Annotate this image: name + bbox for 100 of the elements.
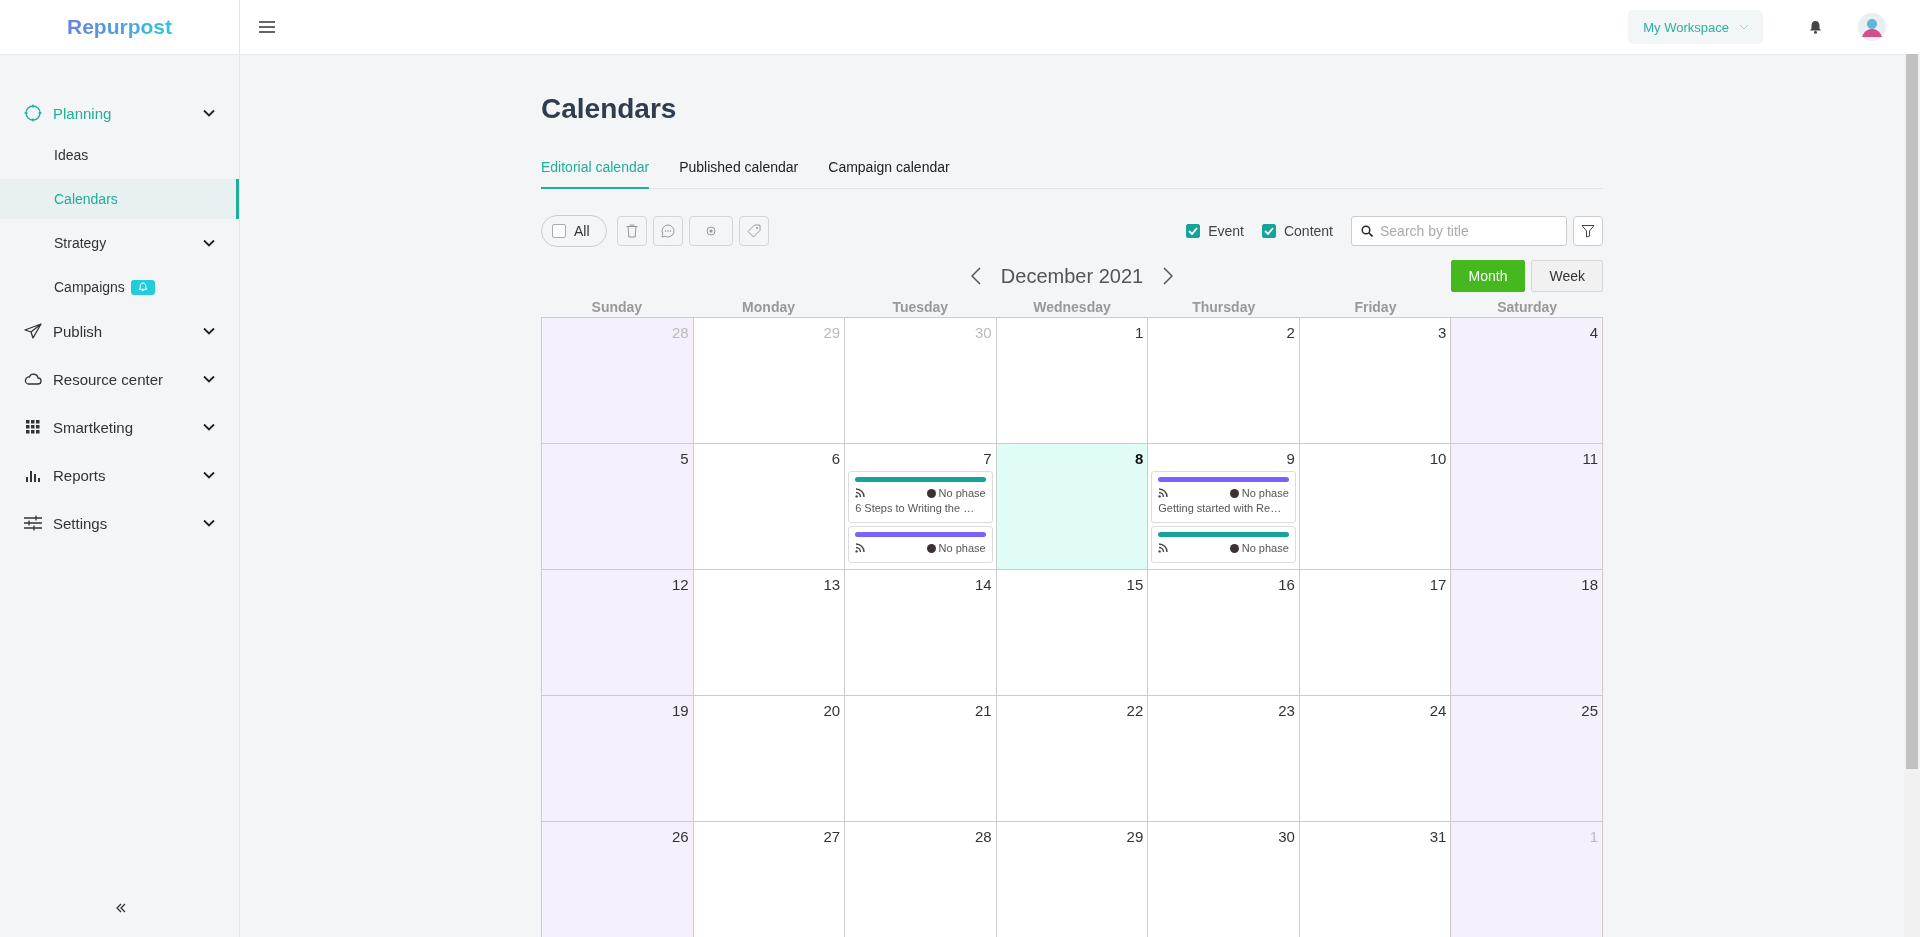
day-cell[interactable]: 3 [1299,318,1452,444]
day-cell[interactable]: 14 [845,570,997,696]
day-number: 29 [1125,827,1145,847]
day-cell[interactable]: 11 [1451,444,1603,570]
day-number: 14 [974,575,993,595]
day-cell[interactable]: 10 [1299,444,1452,570]
funnel-icon [1581,224,1595,238]
weekday-header: Thursday [1191,298,1257,317]
weekday-header: Monday [741,298,796,317]
nav-item[interactable]: Publish [0,311,239,351]
day-cell[interactable]: 31 [1299,822,1452,937]
collapse-icon[interactable] [115,903,127,913]
filter-checkbox[interactable]: Event [1186,223,1244,239]
event-card[interactable]: No phase [848,526,993,563]
paper-plane-icon [24,323,42,339]
day-cell[interactable]: 16 [1148,570,1300,696]
chevron-icon [203,109,215,117]
tab[interactable]: Published calendar [679,159,799,189]
day-cell[interactable]: 1 [996,318,1149,444]
day-cell[interactable]: 27 [693,822,846,937]
view-button[interactable]: Week [1531,260,1603,292]
weekday-header: Sunday [590,298,644,317]
day-cell[interactable]: 8 [996,444,1149,570]
delete-button[interactable] [616,216,647,246]
day-cell[interactable]: 6 [693,444,846,570]
page-title: Calendars [541,93,678,125]
day-number: 26 [670,827,690,847]
search-field[interactable]: Search by title [1351,216,1567,246]
nav-item[interactable]: Reports [0,455,239,495]
day-cell[interactable]: 12 [542,570,694,696]
day-cell[interactable]: 7 No phase 6 Steps to Writing the … No phase [845,444,997,570]
select-all-toggle[interactable]: All [541,215,607,247]
day-number: 23 [1277,701,1296,721]
nav-subitem[interactable]: Campaigns [0,267,239,307]
day-cell[interactable]: 2 [1148,318,1300,444]
tag-button[interactable] [738,216,769,246]
day-number: 19 [670,701,690,721]
weekday-header: Tuesday [891,298,950,317]
day-cell[interactable]: 22 [996,696,1149,822]
day-cell[interactable]: 17 [1299,570,1452,696]
weekday-header: Saturday [1496,298,1559,317]
target-button[interactable] [688,216,733,246]
bell-badge [130,279,155,295]
phase-label: No phase [926,487,986,499]
tab[interactable]: Campaign calendar [828,159,950,189]
day-cell[interactable]: 23 [1148,696,1300,822]
day-cell[interactable]: 18 [1451,570,1603,696]
event-card[interactable]: No phase [1151,526,1296,563]
day-number: 20 [822,701,842,721]
filter-checkbox[interactable]: Content [1261,223,1333,239]
checkbox[interactable] [1261,224,1276,238]
day-cell[interactable]: 20 [693,696,846,822]
day-cell[interactable]: 26 [542,822,694,937]
day-number: 15 [1125,575,1145,595]
day-cell[interactable]: 5 [542,444,694,570]
day-cell[interactable]: 4 [1451,318,1603,444]
day-cell[interactable]: 19 [542,696,694,822]
filter-button[interactable] [1573,216,1603,246]
phase-label: No phase [1229,542,1289,554]
nav-subitem[interactable]: Strategy [0,223,239,263]
day-number: 30 [974,323,993,343]
day-number: 8 [1133,449,1145,469]
crosshair-icon [24,104,42,122]
day-number: 1 [1588,827,1599,847]
day-cell[interactable]: 15 [996,570,1149,696]
avatar[interactable] [1858,13,1886,41]
chevron-icon [203,375,215,383]
bell-icon[interactable] [1809,20,1822,34]
day-cell[interactable]: 28 [845,822,997,937]
day-number: 3 [1437,323,1448,343]
day-number: 31 [1428,827,1448,847]
day-cell[interactable]: 24 [1299,696,1452,822]
filter-label: Event [1208,223,1244,239]
nav-item[interactable]: Settings [0,503,239,543]
checkbox[interactable] [1186,224,1201,238]
next-month-icon[interactable] [1163,267,1174,285]
grid-icon [26,420,40,434]
day-number: 2 [1285,323,1296,343]
nav-subitem[interactable]: Ideas [0,135,239,175]
day-cell[interactable]: 13 [693,570,846,696]
comment-button[interactable] [652,216,683,246]
previous-month-icon[interactable] [970,267,981,285]
day-cell[interactable]: 29 [996,822,1149,937]
event-card[interactable]: No phase 6 Steps to Writing the … [848,471,993,523]
day-cell[interactable]: 9 No phase Getting started with Re… No phase [1148,444,1300,570]
day-cell[interactable]: 21 [845,696,997,822]
scrollbar[interactable] [1904,54,1920,937]
day-cell[interactable]: 30 [1148,822,1300,937]
nav-item[interactable]: Smartketing [0,407,239,447]
trash-icon [625,224,638,238]
event-card[interactable]: No phase Getting started with Re… [1151,471,1296,523]
search-icon [1361,225,1373,237]
menu-icon[interactable] [259,21,275,33]
day-number: 13 [822,575,842,595]
day-cell[interactable]: 25 [1451,696,1603,822]
day-number: 28 [670,323,690,343]
day-number: 4 [1588,323,1599,343]
checkbox[interactable] [552,224,566,238]
nav-item[interactable]: Resource center [0,359,239,399]
event-title: Getting started with Re… [1158,502,1283,514]
